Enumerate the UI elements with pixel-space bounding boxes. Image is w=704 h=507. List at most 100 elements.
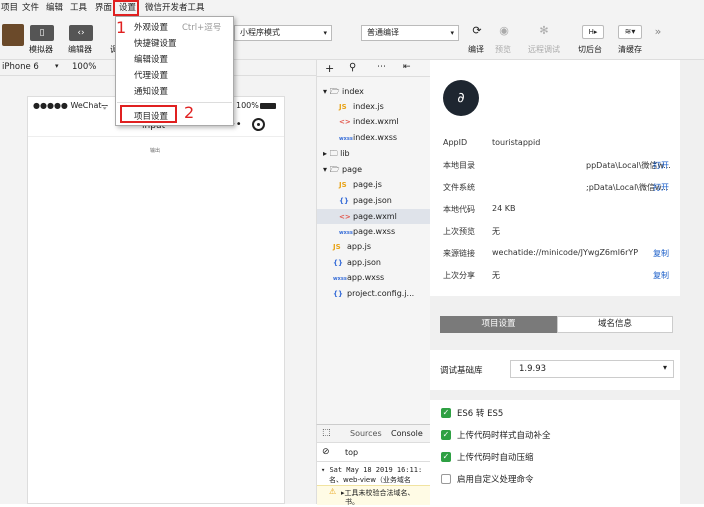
tab-console[interactable]: Console xyxy=(391,429,423,438)
compile-mode-value: 普通编译 xyxy=(367,28,399,37)
tree-file-page-js[interactable]: JS page.js xyxy=(339,179,382,191)
mode-select-value: 小程序模式 xyxy=(240,28,280,37)
console-tabs: ⬚ Sources Console xyxy=(317,425,430,443)
phone-screen: ●●●●● WeChat ᯤ 100% input ••• 输出 xyxy=(27,96,285,504)
background-icon[interactable]: H▸ xyxy=(582,25,604,39)
tree-label: app.js xyxy=(347,242,371,251)
battery-text: 100% xyxy=(236,101,259,110)
wxss-icon: wxss xyxy=(339,230,353,236)
remote-debug-icon[interactable]: ✻ xyxy=(533,24,555,38)
chevron-down-icon[interactable]: ▾ xyxy=(55,62,59,70)
debug-lib-select[interactable]: 1.9.93 ▾ xyxy=(510,360,674,378)
tree-file-index-wxss[interactable]: wxssindex.wxss xyxy=(339,132,397,145)
zoom-level[interactable]: 100% xyxy=(72,62,96,72)
simulator-label: 模拟器 xyxy=(29,45,53,54)
tree-file-app-json[interactable]: {} app.json xyxy=(333,257,381,269)
more-icon[interactable]: ⋯ xyxy=(377,62,386,72)
divider xyxy=(317,76,430,77)
layers-icon[interactable]: ≋▾ xyxy=(618,25,642,39)
add-icon[interactable]: + xyxy=(325,62,334,75)
status-carrier: ●●●●● WeChat xyxy=(33,101,102,110)
refresh-icon[interactable]: ⟳ xyxy=(466,24,488,38)
tab-domain-info[interactable]: 域名信息 xyxy=(557,316,673,333)
menu-appearance-settings[interactable]: 外观设置 xyxy=(134,21,168,33)
editor-label: 编辑器 xyxy=(68,45,92,54)
inspect-icon[interactable]: ⬚ xyxy=(322,428,331,438)
option-es6-label: ES6 转 ES5 xyxy=(457,409,504,419)
tree-file-app-wxss[interactable]: wxssapp.wxss xyxy=(333,272,384,285)
tree-file-index-js[interactable]: JS index.js xyxy=(339,101,384,113)
menu-edit[interactable]: 编辑 xyxy=(46,2,63,14)
tree-file-page-json[interactable]: {} page.json xyxy=(339,195,392,207)
project-info: ∂ AppID touristappid 本地目录 ppData\Local\微… xyxy=(430,60,680,296)
tree-file-project-config[interactable]: {} project.config.j... xyxy=(333,288,414,300)
copy-share-link[interactable]: 复制 xyxy=(653,270,669,281)
checkbox-minify[interactable]: ✓ xyxy=(441,452,451,462)
shortcut-text: Ctrl+逗号 xyxy=(182,23,222,33)
tree-folder-lib[interactable]: ▸ 🗀 lib xyxy=(323,148,350,160)
tree-label: lib xyxy=(340,149,350,158)
wxml-icon: <> xyxy=(339,118,351,126)
link-logo-icon: ∂ xyxy=(443,80,479,116)
mode-select[interactable]: 小程序模式 ▾ xyxy=(234,25,332,41)
last-share-value: 无 xyxy=(492,271,500,280)
tab-project-settings[interactable]: 项目设置 xyxy=(440,316,557,333)
menu-interface[interactable]: 界面 xyxy=(95,2,112,14)
open-local-dir-link[interactable]: 打开 xyxy=(653,160,669,171)
menu-notification-settings[interactable]: 通知设置 xyxy=(134,85,168,97)
editor-icon[interactable]: ‹› xyxy=(69,25,93,41)
block-icon[interactable]: ⊘ xyxy=(322,447,330,457)
menu-wechat-devtools[interactable]: 微信开发者工具 xyxy=(145,2,205,14)
debug-lib-value: 1.9.93 xyxy=(519,364,547,374)
option-custom-command-label: 启用自定义处理命令 xyxy=(457,475,534,485)
json-icon: {} xyxy=(333,290,343,298)
tree-label: index.wxml xyxy=(353,117,399,126)
tree-folder-page[interactable]: ▾ 🗁 page xyxy=(323,164,362,176)
tree-label: page xyxy=(342,165,363,174)
option-minify-label: 上传代码时自动压缩 xyxy=(457,453,534,463)
device-model[interactable]: iPhone 6 xyxy=(2,62,39,72)
json-icon: {} xyxy=(333,259,343,267)
menu-edit-settings[interactable]: 编辑设置 xyxy=(134,53,168,65)
menu-proxy-settings[interactable]: 代理设置 xyxy=(134,69,168,81)
step-number-1: 1 xyxy=(116,18,127,37)
tree-folder-index[interactable]: ▾ 🗁 index xyxy=(323,86,364,98)
tree-file-app-js[interactable]: JS app.js xyxy=(333,241,371,253)
tab-sources[interactable]: Sources xyxy=(350,429,382,438)
menu-tools[interactable]: 工具 xyxy=(70,2,87,14)
log-text: Sat May 18 2019 16:11: xyxy=(329,466,423,474)
tree-file-page-wxml[interactable]: <> page.wxml xyxy=(317,209,430,224)
last-share-label: 上次分享 xyxy=(443,271,475,280)
copy-source-link[interactable]: 复制 xyxy=(653,248,669,259)
checkbox-autoprefix[interactable]: ✓ xyxy=(441,430,451,440)
context-select[interactable]: top xyxy=(345,448,358,457)
collapse-icon[interactable]: ⇤ xyxy=(403,62,411,72)
step-number-2: 2 xyxy=(184,103,195,122)
tree-label: page.wxml xyxy=(353,212,397,221)
chevron-double-right-icon[interactable]: » xyxy=(647,25,669,39)
tree-label: page.wxss xyxy=(353,227,396,236)
menu-shortcut-settings[interactable]: 快捷键设置 xyxy=(134,37,177,49)
open-file-system-link[interactable]: 打开 xyxy=(653,182,669,193)
avatar[interactable] xyxy=(2,24,24,46)
page-body-text: 输出 xyxy=(150,148,161,154)
checkbox-custom-command[interactable] xyxy=(441,474,451,484)
local-code-value: 24 KB xyxy=(492,204,516,213)
menu-project[interactable]: 项目 xyxy=(1,2,18,14)
debug-lib-row: 调试基础库 1.9.93 ▾ xyxy=(430,350,680,390)
chevron-down-icon: ▾ xyxy=(323,29,327,37)
checkbox-es6[interactable]: ✓ xyxy=(441,408,451,418)
tree-file-page-wxss[interactable]: wxsspage.wxss xyxy=(339,226,395,239)
search-icon[interactable]: ⚲ xyxy=(349,62,356,73)
compile-mode-select[interactable]: 普通编译 ▾ xyxy=(361,25,459,41)
chevron-down-icon: ▾ xyxy=(323,87,328,96)
folder-icon: 🗀 xyxy=(329,149,338,158)
tree-file-index-wxml[interactable]: <> index.wxml xyxy=(339,116,399,128)
source-link-value: wechatide://minicode/JYwgZ6ml6rYP xyxy=(492,248,639,257)
eye-icon[interactable]: ◉ xyxy=(493,24,515,38)
battery-icon xyxy=(260,103,276,109)
menu-file[interactable]: 文件 xyxy=(22,2,39,14)
toolbar: ▯ 模拟器 ‹› 编辑器 调 小程序模式 ▾ 普通编译 ▾ ⟳ 编译 ◉ 预览 ✻ … xyxy=(0,16,704,60)
json-icon: {} xyxy=(339,197,349,205)
simulator-icon[interactable]: ▯ xyxy=(30,25,54,41)
